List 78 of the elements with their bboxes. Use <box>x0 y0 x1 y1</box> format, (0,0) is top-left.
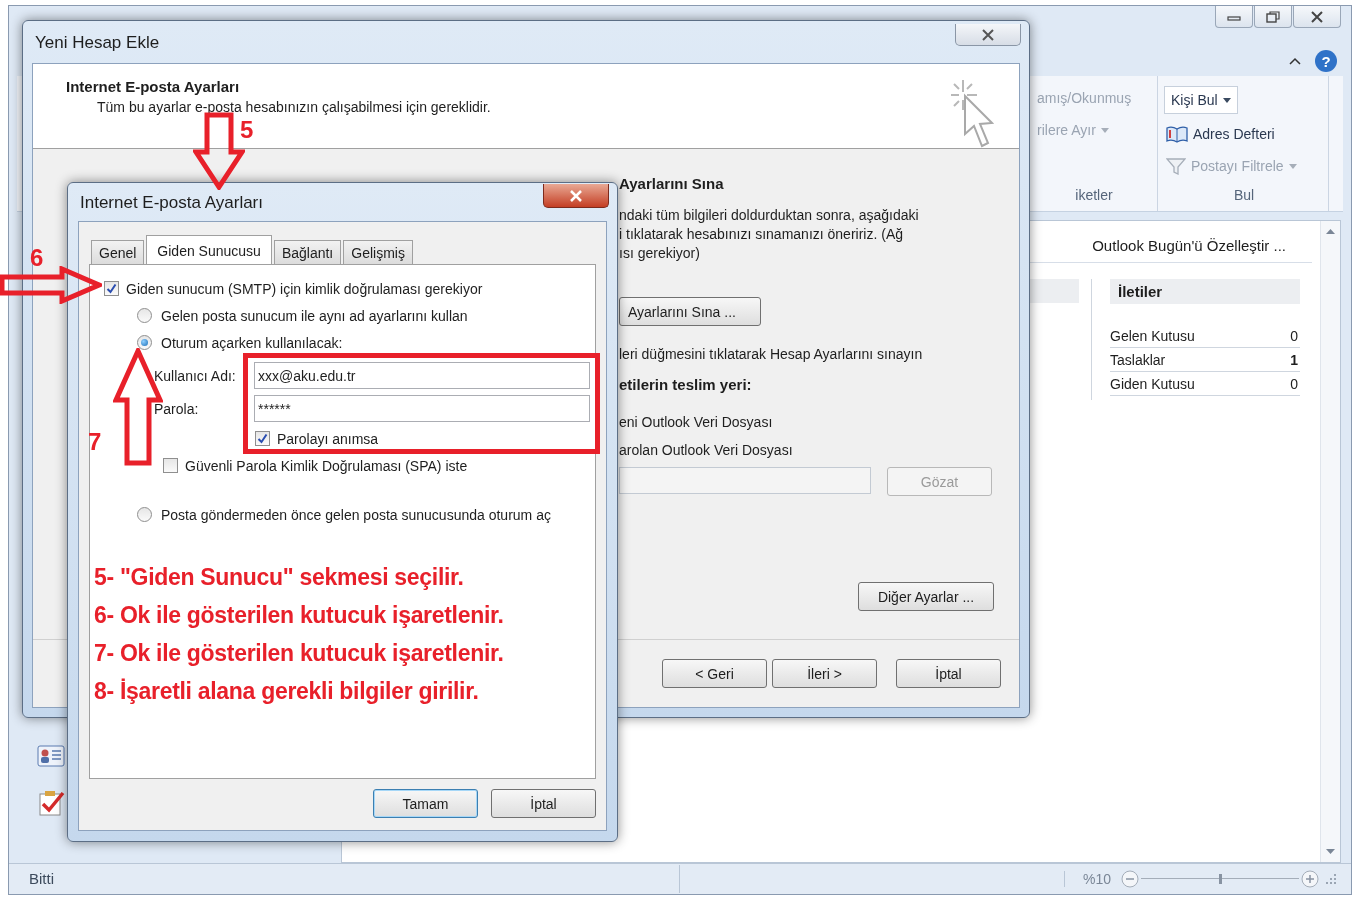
field-label: Kullanıcı Adı: <box>154 367 237 384</box>
close-icon <box>569 189 583 202</box>
scroll-up-icon <box>1326 229 1335 234</box>
customize-link[interactable]: Outlook Bugün'ü Özelleştir ... <box>1092 237 1286 254</box>
checkbox[interactable] <box>255 431 270 446</box>
instruction-text: 6- Ok ile gösterilen kutucuk işaretlenir. <box>94 601 505 630</box>
text-line: i tıklatarak hesabınızı sınamanızı öneririz. (Ağ <box>619 225 904 244</box>
help-button[interactable]: ? <box>1315 50 1337 72</box>
dialog-button[interactable]: İleri > <box>772 659 877 688</box>
minimize-button[interactable] <box>1215 6 1253 28</box>
option-label[interactable]: arolan Outlook Veri Dosyası <box>619 441 793 459</box>
section-heading: Ayarlarını Sına <box>619 175 724 192</box>
folder-row[interactable]: Taslaklar 1 <box>1110 348 1300 372</box>
caret-down-icon <box>1222 97 1231 103</box>
text-field[interactable]: xxx@aku.edu.tr <box>254 362 590 389</box>
checkbox[interactable] <box>163 458 178 473</box>
hint-text: leri düğmesini tıklatarak Hesap Ayarlarını sınayın <box>619 346 923 362</box>
close-button[interactable] <box>955 24 1021 46</box>
close-button[interactable] <box>543 184 609 208</box>
instruction-text: 8- İşaretli alana gerekli bilgiler girilir. <box>94 677 480 706</box>
contacts-icon[interactable] <box>37 745 65 767</box>
caret-down-icon <box>1288 163 1297 169</box>
tab[interactable]: Genel <box>91 240 145 264</box>
page-subtitle: Tüm bu ayarlar e-posta hesabınızın çalışabilmesi için gereklidir. <box>97 99 491 115</box>
checkbox-label: Güvenli Parola Kimlik Doğrulaması (SPA) iste <box>185 457 468 474</box>
dialog-button[interactable]: İptal <box>491 789 596 818</box>
window-title: Internet E-posta Ayarları <box>80 193 263 213</box>
close-icon <box>1310 10 1324 23</box>
step-number: 5 <box>240 116 254 144</box>
ribbon-button[interactable]: Adres Defteri <box>1164 122 1277 146</box>
folder-row[interactable]: Giden Kutusu 0 <box>1110 372 1300 396</box>
radio-label: Gelen posta sunucum ile aynı ad ayarlarını kullan <box>161 307 468 324</box>
group-label: iketler <box>1074 186 1114 205</box>
radio-button[interactable] <box>137 308 152 323</box>
dialog-button[interactable]: < Geri <box>662 659 767 688</box>
checkbox-label: Giden sunucum (SMTP) için kimlik doğrulaması gerekiyor <box>126 280 483 297</box>
checkbox-label: Parolayı anımsa <box>277 430 379 447</box>
radio-label: Posta göndermeden önce gelen posta sunucusunda oturum aç <box>161 506 551 523</box>
maximize-button[interactable] <box>1254 6 1292 28</box>
dialog-button[interactable]: İptal <box>896 659 1001 688</box>
checkbox[interactable] <box>104 281 119 296</box>
close-button[interactable] <box>1293 6 1341 28</box>
folder-row[interactable]: Gelen Kutusu 0 <box>1110 324 1300 348</box>
tab[interactable]: Gelişmiş <box>343 240 413 264</box>
radio-label: Oturum açarken kullanılacak: <box>161 334 343 351</box>
dialog-button[interactable]: Tamam <box>373 789 478 818</box>
section-heading: etilerin teslim yeri: <box>619 376 752 393</box>
test-settings-button[interactable]: Ayarlarını Sına ... <box>619 297 761 326</box>
caret-down-icon <box>1100 127 1109 133</box>
tab[interactable]: Bağlantı <box>273 240 342 264</box>
funnel-icon <box>1166 157 1186 175</box>
step-number: 6 <box>30 244 44 272</box>
search-combo[interactable]: Kişi Bul <box>1164 86 1238 114</box>
book-icon <box>1166 125 1188 143</box>
close-icon <box>981 28 995 41</box>
option-label[interactable]: eni Outlook Veri Dosyası <box>619 413 773 431</box>
radio-button[interactable] <box>137 335 152 350</box>
window-title: Yeni Hesap Ekle <box>35 33 160 53</box>
text-field[interactable]: ****** <box>254 395 590 422</box>
scrollbar[interactable] <box>1320 221 1340 862</box>
caret-up-icon[interactable] <box>1289 57 1301 65</box>
text-line: ısı gerekiyor) <box>619 244 701 263</box>
status-text: Bitti <box>29 865 680 893</box>
more-settings-button[interactable]: Diğer Ayarlar ... <box>858 582 994 611</box>
instruction-text: 5- "Giden Sunucu" sekmesi seçilir. <box>94 563 465 592</box>
restore-icon <box>1266 10 1280 23</box>
text-line: ndaki tüm bilgileri doldurduktan sonra, aşağıdaki <box>619 206 919 225</box>
radio-button[interactable] <box>137 507 152 522</box>
section-header: İletiler <box>1110 279 1300 304</box>
group-label: Bul <box>1232 186 1256 205</box>
page-heading: Internet E-posta Ayarları <box>66 78 241 95</box>
scroll-down-icon <box>1326 849 1335 854</box>
tasks-icon[interactable] <box>37 789 65 817</box>
step-number: 7 <box>88 428 102 456</box>
tab[interactable]: Giden Sunucusu <box>146 235 272 265</box>
resize-grip-icon <box>1325 873 1337 885</box>
field-label: Parola: <box>154 400 200 417</box>
instruction-text: 7- Ok ile gösterilen kutucuk işaretlenir. <box>94 639 505 668</box>
